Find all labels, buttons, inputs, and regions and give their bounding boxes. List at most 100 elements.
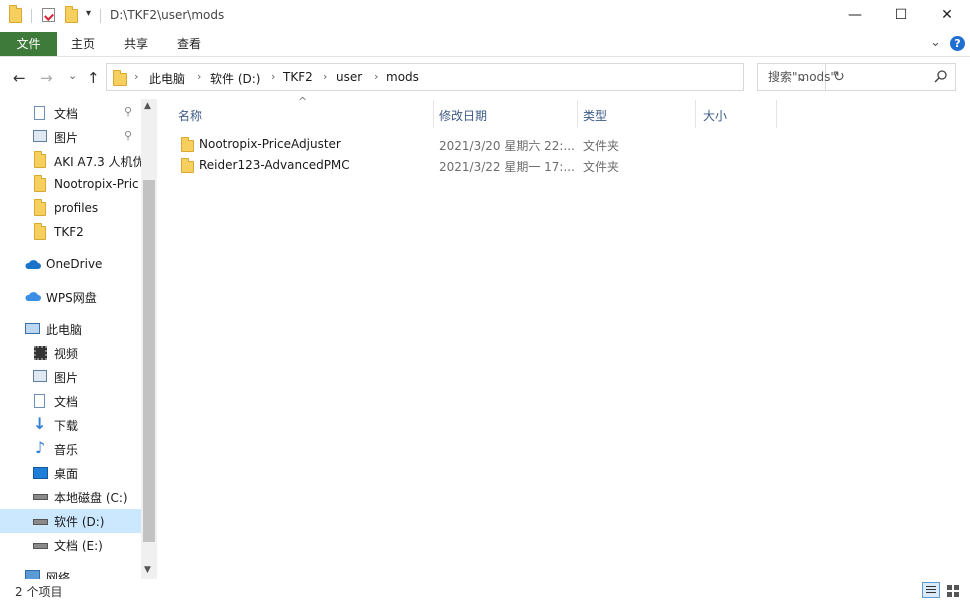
help-icon[interactable]: ? (950, 36, 965, 51)
pin-icon[interactable]: ⚲ (124, 105, 132, 118)
pin-icon[interactable]: ⚲ (124, 129, 132, 142)
details-view-icon[interactable] (922, 582, 940, 598)
drive-icon (33, 543, 48, 549)
sidebar-item-aki-folder[interactable]: AKI A7.3 人机优 (0, 149, 141, 173)
folder-icon (181, 158, 194, 173)
breadcrumb-separator-icon[interactable]: › (374, 70, 378, 83)
sidebar-item-onedrive[interactable]: OneDrive (0, 253, 141, 277)
breadcrumb-user[interactable]: user (336, 70, 362, 84)
large-icons-view-icon[interactable] (944, 582, 962, 598)
sidebar-item-videos[interactable]: 视频 (0, 341, 141, 365)
sidebar-item-this-pc[interactable]: 此电脑 (0, 317, 141, 341)
address-bar[interactable]: › 此电脑 › 软件 (D:) › TKF2 › user › mods ⌄ ↻ (106, 63, 845, 91)
folder-icon (34, 223, 46, 240)
sidebar-item-documents[interactable]: 文档 (0, 389, 141, 413)
scrollbar-thumb[interactable] (143, 180, 155, 542)
sort-ascending-icon: ^ (298, 95, 308, 108)
breadcrumb-mods[interactable]: mods (386, 70, 419, 84)
search-input[interactable] (768, 70, 928, 84)
column-header-date[interactable]: 修改日期 (439, 107, 487, 124)
column-divider[interactable] (776, 100, 777, 128)
sidebar-item-documents-pinned[interactable]: 文档 ⚲ (0, 101, 141, 125)
sidebar-item-label: 文档 (54, 395, 79, 409)
scroll-down-icon[interactable]: ▼ (144, 565, 151, 575)
download-icon: ↓ (33, 414, 47, 433)
properties-icon[interactable] (42, 8, 55, 22)
recent-locations-icon[interactable]: ⌄ (68, 69, 77, 82)
file-row[interactable]: Reider123-AdvancedPMC 2021/3/22 星期一 17:.… (173, 155, 773, 176)
column-divider[interactable] (433, 100, 434, 128)
breadcrumb-drive-d[interactable]: 软件 (D:) (210, 70, 260, 87)
sidebar-item-label: 音乐 (54, 443, 79, 457)
breadcrumb-separator-icon[interactable]: › (323, 70, 327, 83)
file-name: Nootropix-PriceAdjuster (199, 137, 341, 151)
sidebar-item-label: profiles (54, 201, 99, 215)
sidebar-item-tkf2-folder[interactable]: TKF2 (0, 221, 141, 245)
tab-share[interactable]: 共享 (124, 32, 148, 56)
minimize-button[interactable]: — (832, 0, 878, 32)
column-header-name[interactable]: 名称 (178, 107, 202, 124)
picture-icon (33, 130, 47, 142)
folder-icon (34, 175, 46, 192)
cloud-icon (25, 292, 41, 301)
sidebar-item-drive-c[interactable]: 本地磁盘 (C:) (0, 485, 141, 509)
sidebar-item-label: AKI A7.3 人机优 (54, 155, 141, 169)
sidebar-item-nootropix-folder[interactable]: Nootropix-Pric (0, 173, 141, 197)
breadcrumb-tkf2[interactable]: TKF2 (283, 70, 313, 84)
sidebar-item-label: 软件 (D:) (54, 515, 105, 529)
network-icon (25, 570, 40, 579)
sidebar-item-label: 图片 (54, 371, 79, 385)
collapse-ribbon-icon[interactable]: ⌄ (930, 35, 941, 50)
sidebar-item-network[interactable]: 网络 (0, 565, 141, 579)
column-divider[interactable] (695, 100, 696, 128)
up-button[interactable]: ↑ (87, 69, 100, 87)
sidebar-item-label: 视频 (54, 347, 79, 361)
tab-view[interactable]: 查看 (177, 32, 201, 56)
sidebar-item-label: 文档 (E:) (54, 539, 103, 553)
breadcrumb-separator-icon[interactable]: › (134, 70, 138, 83)
search-icon[interactable] (934, 69, 948, 86)
quick-access-dropdown-icon[interactable]: ▾ (86, 8, 91, 19)
breadcrumb-separator-icon[interactable]: › (197, 70, 201, 83)
new-folder-icon[interactable] (65, 6, 79, 23)
back-button[interactable]: ← (13, 69, 26, 87)
video-icon (34, 346, 47, 360)
sidebar-item-label: Nootropix-Pric (54, 177, 139, 191)
sidebar-item-label: 本地磁盘 (C:) (54, 491, 128, 505)
tab-file[interactable]: 文件 (0, 32, 57, 56)
sidebar-item-desktop[interactable]: 桌面 (0, 461, 141, 485)
file-date: 2021/3/22 星期一 17:... (439, 160, 575, 174)
scroll-up-icon[interactable]: ▲ (144, 101, 151, 111)
column-header-type[interactable]: 类型 (583, 107, 607, 124)
folder-icon (9, 5, 23, 23)
document-icon (34, 394, 45, 408)
search-box[interactable] (757, 63, 956, 91)
cloud-icon (25, 260, 41, 269)
sidebar-item-label: 网络 (46, 571, 71, 579)
sidebar-item-profiles-folder[interactable]: profiles (0, 197, 141, 221)
file-name: Reider123-AdvancedPMC (199, 158, 350, 172)
sidebar-item-downloads[interactable]: ↓ 下载 (0, 413, 141, 437)
breadcrumb-separator-icon[interactable]: › (271, 70, 275, 83)
document-icon (34, 106, 45, 120)
sidebar-item-drive-d[interactable]: 软件 (D:) (0, 509, 141, 533)
sidebar-item-pictures-pinned[interactable]: 图片 ⚲ (0, 125, 141, 149)
window-title: D:\TKF2\user\mods (110, 8, 225, 22)
column-divider[interactable] (577, 100, 578, 128)
file-row[interactable]: Nootropix-PriceAdjuster 2021/3/20 星期六 22… (173, 134, 773, 155)
sidebar-item-label: 下载 (54, 419, 79, 433)
sidebar-item-music[interactable]: ♪ 音乐 (0, 437, 141, 461)
forward-button[interactable]: → (40, 69, 53, 87)
sidebar-item-wps-drive[interactable]: WPS网盘 (0, 285, 141, 309)
close-button[interactable]: ✕ (924, 0, 970, 32)
file-type: 文件夹 (583, 160, 620, 174)
sidebar-item-label: 桌面 (54, 467, 79, 481)
breadcrumb-this-pc[interactable]: 此电脑 (149, 70, 185, 87)
column-header-size[interactable]: 大小 (703, 107, 727, 124)
maximize-button[interactable]: ☐ (878, 0, 924, 32)
sidebar-item-pictures[interactable]: 图片 (0, 365, 141, 389)
music-icon: ♪ (35, 438, 46, 457)
tab-home[interactable]: 主页 (71, 32, 95, 56)
drive-icon (33, 519, 48, 525)
sidebar-item-drive-e[interactable]: 文档 (E:) (0, 533, 141, 557)
